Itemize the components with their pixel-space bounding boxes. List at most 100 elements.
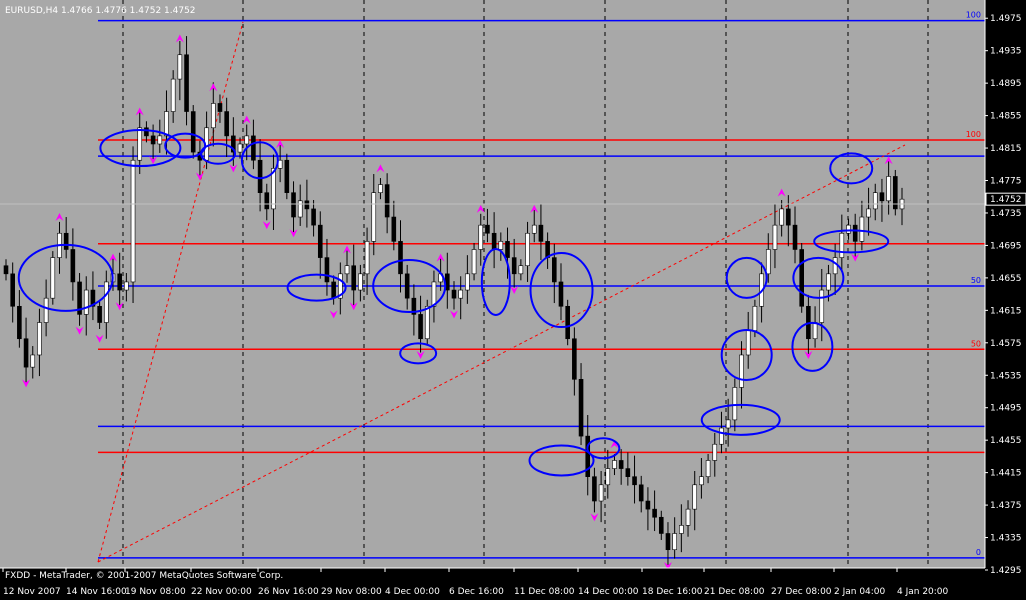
candle-body [324, 257, 330, 283]
price-tick-label: 1.4615 [990, 306, 1022, 316]
candle-body [190, 111, 196, 153]
candle-body [424, 305, 430, 340]
candle-body [358, 273, 363, 291]
candle-body [210, 103, 216, 129]
candle-body [578, 379, 584, 437]
candle-body [465, 273, 470, 291]
mt4-chart-window: 100 50 0 100 50 1.4975 1.4935 1.4895 1.4855 1.48… [0, 0, 1026, 600]
candle-body [471, 249, 477, 275]
candle-body [672, 533, 677, 551]
candle-body [618, 460, 624, 469]
candle-body [224, 111, 229, 137]
candle-body [598, 484, 604, 502]
time-tick-label: 11 Dec 08:00 [514, 587, 575, 597]
candle-body [391, 216, 397, 242]
candle-body [531, 224, 537, 234]
time-tick-label: 2 Jan 04:00 [834, 587, 886, 597]
candle-body [170, 78, 176, 112]
candle-body [384, 184, 390, 218]
price-tick-label: 1.4295 [990, 566, 1022, 576]
candle-body [251, 135, 256, 161]
time-tick-label: 4 Dec 00:00 [385, 587, 440, 597]
time-tick-label: 27 Dec 08:00 [771, 587, 832, 597]
candle-body [451, 289, 457, 299]
candle-body [505, 241, 510, 258]
price-axis: 1.4975 1.4935 1.4895 1.4855 1.4815 1.4775 1.47… [984, 0, 1026, 600]
time-tick-label: 29 Nov 08:00 [321, 587, 382, 597]
candle-body [705, 460, 711, 477]
candle-body [772, 224, 778, 250]
candle-body [117, 273, 122, 291]
candle-body [404, 273, 410, 299]
candle-body [685, 508, 691, 526]
candle-body [458, 289, 463, 299]
candle-body [103, 281, 109, 323]
candle-body [3, 265, 9, 275]
red-level-label: 100 [966, 130, 981, 139]
time-tick-label: 22 Nov 00:00 [191, 587, 252, 597]
candle-body [264, 192, 270, 210]
candle-body [297, 200, 303, 218]
candle-body [872, 192, 878, 210]
candle-body [859, 216, 865, 242]
red-level-label: 50 [971, 339, 981, 348]
candle-body [43, 297, 49, 323]
time-tick-label: 14 Nov 16:00 [66, 587, 127, 597]
candle-body [378, 184, 383, 193]
candle-body [852, 224, 858, 242]
price-tick-label: 1.4695 [990, 241, 1022, 251]
candle-body [371, 192, 377, 242]
price-tick-label: 1.4575 [990, 339, 1022, 349]
candle-body [291, 192, 296, 218]
candle-body [692, 484, 698, 510]
price-tick-label: 1.4975 [990, 14, 1022, 24]
candle-body [732, 387, 738, 421]
candle-body [525, 232, 530, 267]
candle-body [652, 508, 657, 518]
candle-body [839, 232, 845, 258]
candle-body [658, 516, 664, 534]
candle-body [10, 273, 15, 307]
candle-body [719, 427, 724, 445]
candle-body [699, 476, 704, 486]
candle-body [645, 500, 651, 510]
price-tick-label: 1.4375 [990, 501, 1022, 511]
candle-body [819, 289, 825, 323]
candle-body [812, 322, 818, 340]
candle-body [511, 257, 517, 275]
candle-body [786, 208, 791, 226]
candle-body [177, 54, 183, 80]
candle-body [558, 281, 564, 307]
candle-body [866, 208, 871, 218]
candle-body [779, 208, 784, 226]
candle-body [364, 241, 370, 275]
price-tick-label: 1.4775 [990, 177, 1022, 187]
time-tick-label: 26 Nov 16:00 [258, 587, 319, 597]
candle-body [886, 176, 891, 202]
candle-body [679, 525, 684, 534]
candle-body [799, 249, 805, 307]
candle-body [30, 354, 36, 368]
candle-body [879, 192, 885, 202]
candle-body [150, 135, 156, 145]
candle-body [257, 159, 263, 193]
candle-body [311, 208, 316, 226]
candle-body [17, 305, 22, 340]
price-chart[interactable]: 100 50 0 100 50 1.4975 1.4935 1.4895 1.4855 1.48… [0, 0, 1026, 600]
price-tick-label: 1.4415 [990, 469, 1022, 479]
candle-body [344, 265, 350, 275]
candle-body [130, 159, 136, 283]
candle-body [137, 127, 143, 161]
candle-body [244, 135, 250, 145]
candle-body [50, 257, 56, 299]
candle-body [491, 232, 497, 250]
price-tick-label: 1.4455 [990, 436, 1022, 446]
price-tick-label: 1.4855 [990, 112, 1022, 122]
candle-body [765, 249, 771, 275]
candle-body [846, 224, 851, 234]
time-tick-label: 18 Dec 16:00 [642, 587, 703, 597]
time-tick-label: 19 Nov 08:00 [125, 587, 186, 597]
candle-body [124, 281, 129, 291]
price-tick-label: 1.4495 [990, 404, 1022, 414]
candle-body [638, 484, 644, 502]
